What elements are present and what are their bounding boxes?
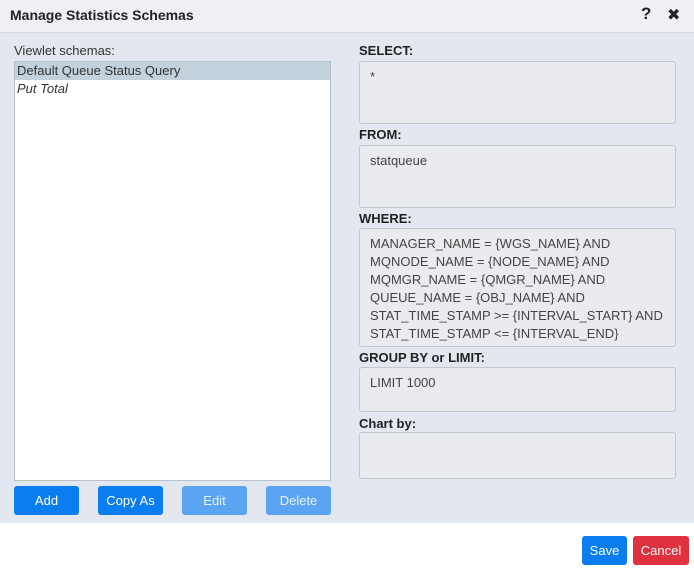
copy-as-button[interactable]: Copy As — [98, 486, 163, 515]
schema-list[interactable]: Default Queue Status Query Put Total — [14, 61, 331, 481]
edit-button[interactable]: Edit — [182, 486, 247, 515]
viewlet-schemas-label: Viewlet schemas: — [14, 43, 115, 58]
select-field[interactable]: * — [359, 61, 676, 124]
cancel-button[interactable]: Cancel — [633, 536, 689, 565]
save-button[interactable]: Save — [582, 536, 627, 565]
where-field[interactable]: MANAGER_NAME = {WGS_NAME} AND MQNODE_NAM… — [359, 228, 676, 347]
schema-list-item[interactable]: Default Queue Status Query — [15, 62, 330, 80]
from-label: FROM: — [359, 127, 402, 142]
from-field[interactable]: statqueue — [359, 145, 676, 208]
schema-list-item[interactable]: Put Total — [15, 80, 330, 98]
add-button[interactable]: Add — [14, 486, 79, 515]
dialog-title: Manage Statistics Schemas — [10, 7, 194, 23]
dialog-titlebar: Manage Statistics Schemas ? ✖ — [0, 0, 694, 33]
where-label: WHERE: — [359, 211, 412, 226]
group-by-label: GROUP BY or LIMIT: — [359, 350, 485, 365]
help-icon[interactable]: ? — [641, 4, 651, 24]
chart-by-field[interactable] — [359, 432, 676, 479]
close-icon[interactable]: ✖ — [667, 5, 680, 25]
chart-by-label: Chart by: — [359, 416, 417, 431]
delete-button[interactable]: Delete — [266, 486, 331, 515]
select-label: SELECT: — [359, 43, 414, 58]
group-by-field[interactable]: LIMIT 1000 — [359, 367, 676, 412]
